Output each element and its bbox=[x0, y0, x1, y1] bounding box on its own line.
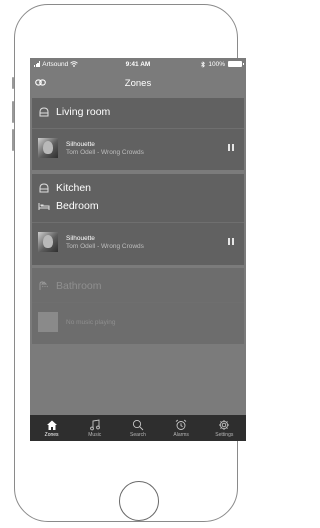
pause-icon[interactable] bbox=[228, 238, 234, 245]
status-time: 9:41 AM bbox=[125, 60, 151, 68]
tab-label: Music bbox=[88, 431, 102, 438]
tab-label: Settings bbox=[215, 431, 234, 438]
zone-name: Kitchen bbox=[56, 182, 92, 194]
track-title: Silhouette bbox=[66, 234, 95, 242]
volume-up-button bbox=[12, 101, 14, 123]
gear-icon bbox=[219, 419, 230, 430]
tab-alarms[interactable]: Alarms bbox=[161, 419, 201, 438]
divider bbox=[32, 222, 244, 223]
tab-music[interactable]: Music bbox=[75, 418, 115, 438]
mute-switch bbox=[12, 77, 14, 89]
bed-icon bbox=[38, 203, 50, 210]
zone-card-living-room[interactable]: Living room Silhouette Tom Odell - Wrong… bbox=[32, 98, 244, 170]
search-icon bbox=[132, 419, 144, 430]
zone-name: Living room bbox=[56, 106, 111, 118]
speaker-icon bbox=[39, 183, 49, 193]
zone-name: Bedroom bbox=[56, 200, 99, 212]
zone-card-bathroom[interactable]: Bathroom No music playing bbox=[32, 268, 244, 344]
home-button[interactable] bbox=[119, 481, 159, 521]
tab-label: Search bbox=[130, 431, 146, 438]
battery-icon bbox=[228, 61, 244, 67]
alarm-clock-icon bbox=[175, 419, 187, 430]
signal-icon bbox=[34, 61, 41, 67]
track-artist: Tom Odell - Wrong Crowds bbox=[66, 148, 144, 156]
carrier-label: Artsound bbox=[42, 60, 69, 68]
volume-down-button bbox=[12, 129, 14, 151]
music-placeholder-icon bbox=[38, 312, 58, 332]
home-icon bbox=[46, 420, 57, 430]
album-art bbox=[38, 232, 58, 252]
wifi-icon bbox=[70, 61, 79, 67]
page-title: Zones bbox=[124, 77, 152, 89]
music-note-icon bbox=[89, 418, 100, 430]
track-title: Silhouette bbox=[66, 140, 95, 148]
no-music-status: No music playing bbox=[66, 318, 116, 326]
status-bar: Artsound 9:41 AM 100% bbox=[30, 58, 246, 70]
tab-settings[interactable]: Settings bbox=[204, 419, 244, 438]
tab-search[interactable]: Search bbox=[118, 419, 158, 438]
tab-bar: Zones Music Search Alarms Settings bbox=[30, 415, 246, 441]
nav-bar: Zones bbox=[30, 70, 246, 96]
divider bbox=[32, 128, 244, 129]
track-artist: Tom Odell - Wrong Crowds bbox=[66, 242, 144, 250]
zone-name: Bathroom bbox=[56, 280, 102, 292]
speaker-icon bbox=[39, 107, 49, 117]
tab-label: Zones bbox=[44, 431, 59, 438]
app-screen: Artsound 9:41 AM 100% Zones Living room … bbox=[30, 58, 246, 441]
battery-percent: 100% bbox=[208, 60, 225, 68]
pause-icon[interactable] bbox=[228, 144, 234, 151]
tab-label: Alarms bbox=[173, 431, 189, 438]
album-art bbox=[38, 138, 58, 158]
divider bbox=[32, 302, 244, 303]
link-icon[interactable] bbox=[35, 77, 46, 88]
zone-card-kitchen-bedroom[interactable]: Kitchen Bedroom Silhouette Tom Odell - W… bbox=[32, 174, 244, 265]
tab-zones[interactable]: Zones bbox=[32, 419, 72, 438]
shower-icon bbox=[39, 281, 48, 290]
bluetooth-icon bbox=[201, 60, 206, 68]
